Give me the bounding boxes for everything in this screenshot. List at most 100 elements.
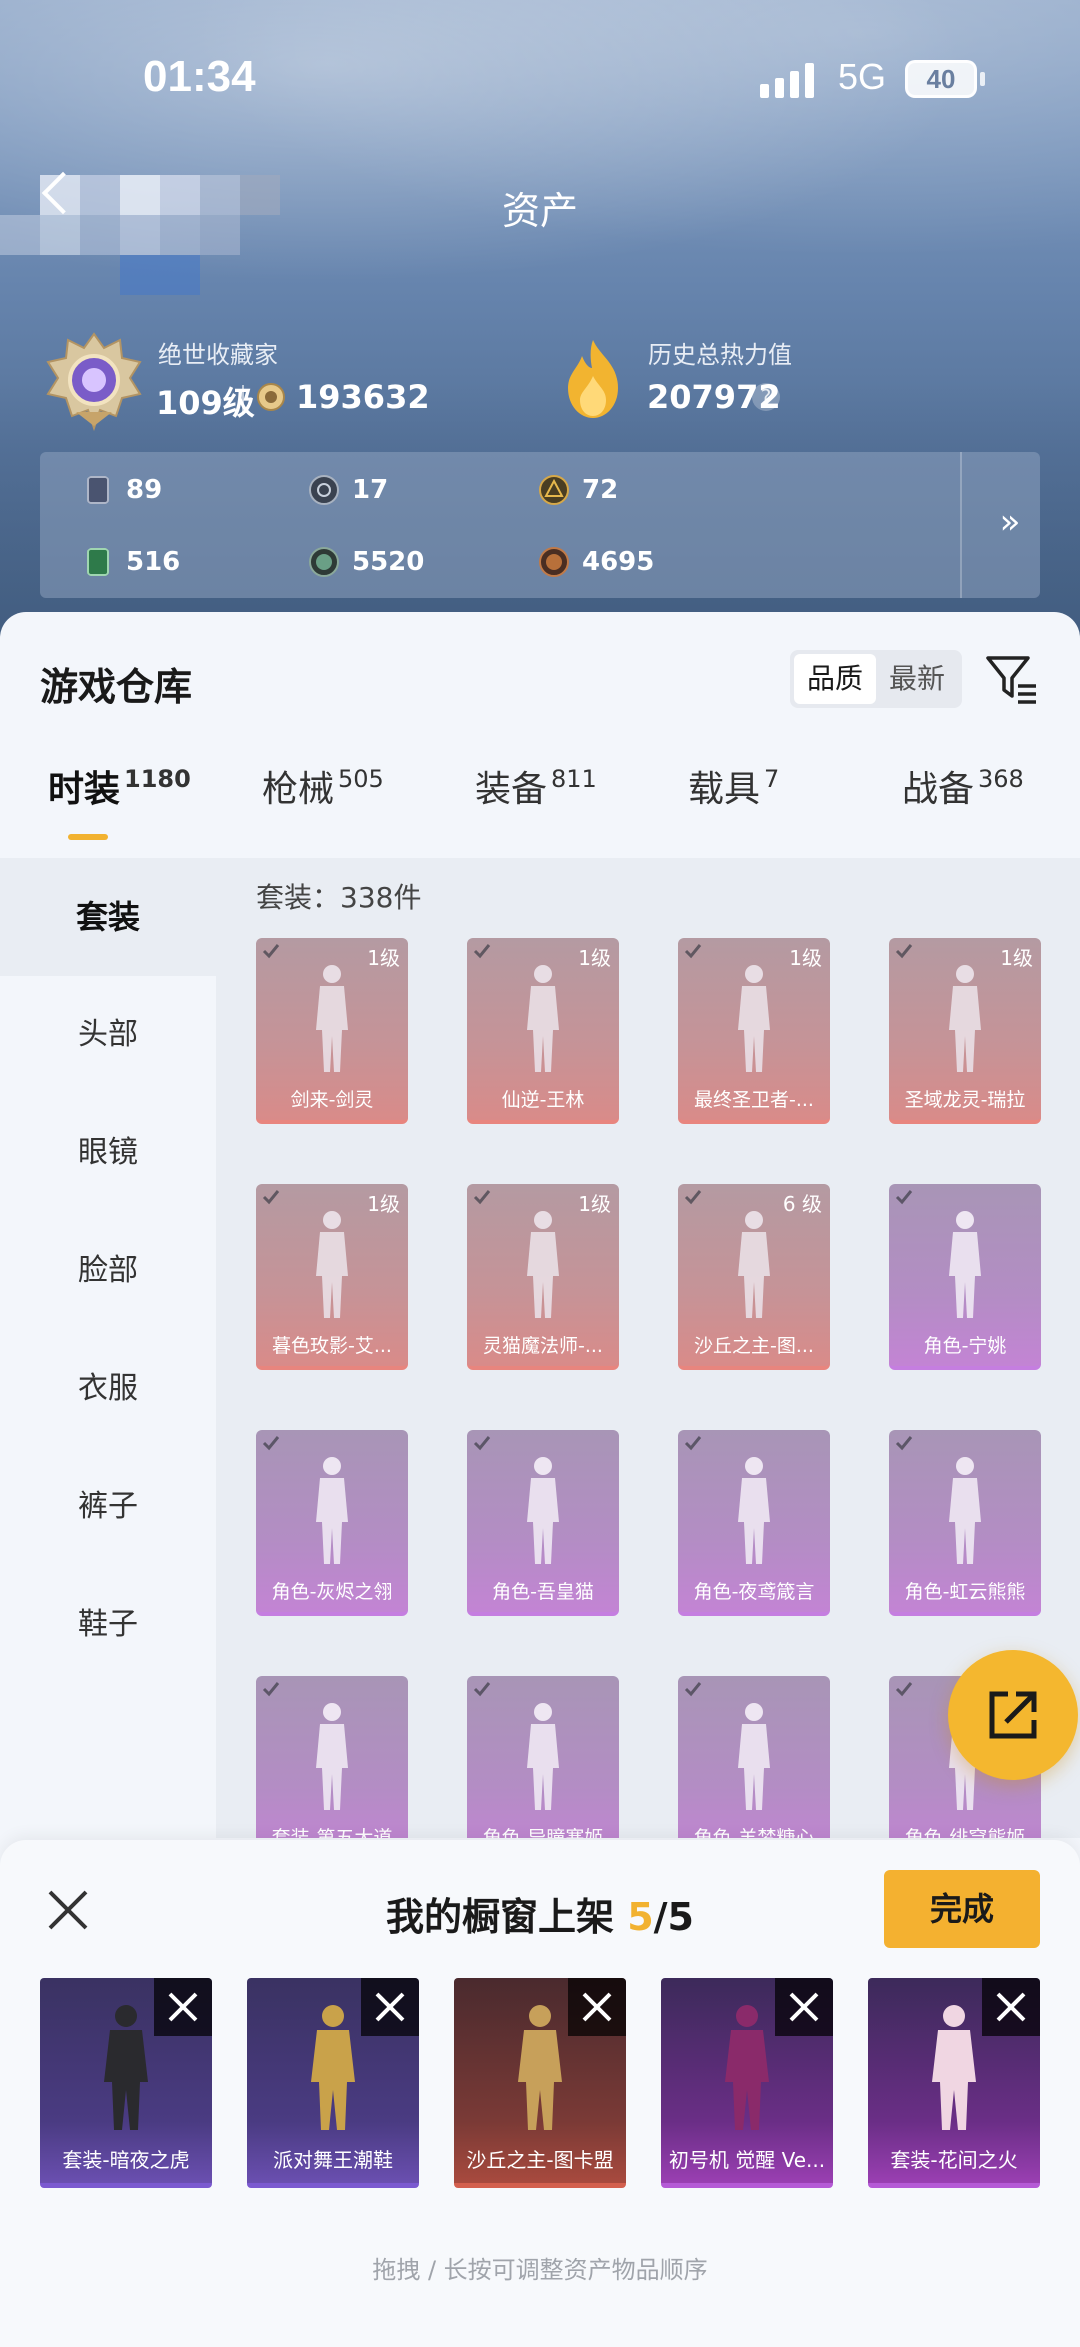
more-arrow-icon[interactable]: » bbox=[985, 502, 1035, 548]
signal-icon bbox=[760, 60, 814, 98]
card-icon bbox=[87, 476, 109, 504]
showcase-slot[interactable]: 套装-暗夜之虎 bbox=[40, 1978, 212, 2188]
done-button[interactable]: 完成 bbox=[884, 1870, 1040, 1948]
side-item-shoes[interactable]: 鞋子 bbox=[0, 1566, 216, 1684]
side-item-glasses[interactable]: 眼镜 bbox=[0, 1094, 216, 1212]
tab-vehicles[interactable]: 载具 7 bbox=[688, 760, 779, 812]
tab-label: 载具 bbox=[688, 769, 761, 810]
check-icon bbox=[473, 1436, 491, 1451]
sort-option-latest[interactable]: 最新 bbox=[876, 654, 958, 704]
character-figure bbox=[316, 1703, 348, 1810]
tab-supplies[interactable]: 战备 368 bbox=[902, 760, 1024, 812]
showcase-slot[interactable]: 派对舞王潮鞋 bbox=[247, 1978, 419, 2188]
sort-option-quality[interactable]: 品质 bbox=[794, 654, 876, 704]
item-figure bbox=[725, 2005, 769, 2130]
item-name: 角色-夜鸢箴言 bbox=[693, 1581, 815, 1603]
item-card[interactable]: 角色-夜鸢箴言 bbox=[678, 1430, 830, 1616]
bronze-orb-icon bbox=[539, 547, 569, 577]
side-item-head[interactable]: 头部 bbox=[0, 976, 216, 1094]
tab-count: 505 bbox=[338, 765, 384, 793]
character-figure bbox=[738, 965, 770, 1072]
divider bbox=[242, 385, 244, 413]
showcase-slot[interactable]: 沙丘之主-图卡盟 bbox=[454, 1978, 626, 2188]
side-nav: 套装 头部 眼镜 脸部 衣服 裤子 鞋子 bbox=[0, 858, 216, 1858]
currency-panel[interactable]: 89 17 72 516 5520 4695 » bbox=[40, 452, 1040, 598]
item-card[interactable]: 角色-异瞳寒姬 bbox=[467, 1676, 619, 1838]
side-item-clothes[interactable]: 衣服 bbox=[0, 1330, 216, 1448]
remove-button[interactable] bbox=[361, 1978, 419, 2036]
item-name: 角色-异瞳寒姬 bbox=[482, 1827, 604, 1838]
remove-button[interactable] bbox=[154, 1978, 212, 2036]
remove-button[interactable] bbox=[982, 1978, 1040, 2036]
side-item-pants[interactable]: 裤子 bbox=[0, 1448, 216, 1566]
tab-label: 装备 bbox=[475, 769, 548, 810]
network-type: 5G bbox=[838, 56, 887, 97]
heat-label: 历史总热力值 bbox=[648, 341, 792, 369]
item-card[interactable]: 1级 灵猫魔法师-... bbox=[467, 1184, 619, 1370]
reorder-hint: 拖拽 / 长按可调整资产物品顺序 bbox=[372, 2256, 708, 2284]
tab-count: 1180 bbox=[124, 765, 191, 793]
item-name: 灵猫魔法师-... bbox=[483, 1335, 603, 1357]
panel-divider bbox=[960, 452, 962, 598]
green-card-icon bbox=[87, 548, 109, 576]
tab-equipment[interactable]: 装备 811 bbox=[475, 760, 597, 812]
remove-button[interactable] bbox=[568, 1978, 626, 2036]
item-name: 角色-灰烬之翎 bbox=[271, 1581, 393, 1603]
tab-fashion[interactable]: 时装 1180 bbox=[48, 760, 191, 812]
tab-count: 7 bbox=[764, 765, 780, 793]
showcase-title-text: 我的橱窗上架 bbox=[385, 1895, 628, 1939]
check-icon bbox=[684, 1682, 702, 1697]
item-name: 圣域龙灵-瑞拉 bbox=[904, 1089, 1026, 1111]
check-icon bbox=[895, 1682, 913, 1697]
item-card[interactable]: 1级仙逆-王林 bbox=[467, 938, 619, 1124]
item-card[interactable]: 1级圣域龙灵-瑞拉 bbox=[889, 938, 1041, 1124]
item-name: 暮色玫影-艾... bbox=[272, 1335, 392, 1357]
item-card[interactable]: 6 级沙丘之主-图... bbox=[678, 1184, 830, 1370]
item-card[interactable]: 1级 暮色玫影-艾... bbox=[256, 1184, 408, 1370]
side-item-suits[interactable]: 套装 bbox=[0, 858, 216, 976]
check-icon bbox=[895, 1190, 913, 1205]
item-card[interactable]: 1级 最终圣卫者-... bbox=[678, 938, 830, 1124]
gold-token-icon bbox=[539, 475, 569, 505]
filter-icon[interactable] bbox=[984, 652, 1038, 706]
currency-value: 4695 bbox=[582, 547, 655, 577]
battery-icon: 40 bbox=[905, 60, 977, 98]
share-button[interactable] bbox=[948, 1650, 1078, 1780]
status-bar: 01:34 5G 40 bbox=[0, 0, 1080, 150]
item-card[interactable]: 1级 剑来-剑灵 bbox=[256, 938, 408, 1124]
level-badge: 1级 bbox=[1000, 946, 1033, 970]
sort-toggle[interactable]: 品质 最新 bbox=[790, 650, 962, 708]
showcase-slot[interactable]: 初号机 觉醒 Ve... bbox=[661, 1978, 833, 2188]
tab-guns[interactable]: 枪械 505 bbox=[262, 760, 384, 812]
item-card[interactable]: 套装-第五大道 bbox=[256, 1676, 408, 1838]
item-figure bbox=[104, 2005, 148, 2130]
level-badge: 1级 bbox=[578, 946, 611, 970]
close-icon bbox=[789, 1992, 819, 2022]
check-icon bbox=[262, 944, 280, 959]
currency-value: 72 bbox=[582, 475, 619, 505]
item-card[interactable]: 角色-羊梦糖心 bbox=[678, 1676, 830, 1838]
check-icon bbox=[262, 1436, 280, 1451]
item-name: 仙逆-王林 bbox=[501, 1089, 585, 1111]
warehouse-title: 游戏仓库 bbox=[40, 665, 193, 709]
item-card[interactable]: 角色-吾皇猫 bbox=[467, 1430, 619, 1616]
character-figure bbox=[316, 1457, 348, 1564]
level-badge: 6 级 bbox=[782, 1192, 822, 1216]
item-card[interactable]: 角色-宁姚 bbox=[889, 1184, 1041, 1370]
remove-button[interactable] bbox=[775, 1978, 833, 2036]
close-icon bbox=[582, 1992, 612, 2022]
item-card[interactable]: 角色-虹云熊熊 bbox=[889, 1430, 1041, 1616]
close-icon bbox=[996, 1992, 1026, 2022]
item-name: 角色-吾皇猫 bbox=[492, 1581, 594, 1603]
check-icon bbox=[473, 1190, 491, 1205]
check-icon bbox=[684, 944, 702, 959]
status-time: 01:34 bbox=[143, 52, 256, 101]
side-item-face[interactable]: 脸部 bbox=[0, 1212, 216, 1330]
category-tabs: 时装 1180 枪械 505 装备 811 载具 7 战备 368 bbox=[0, 760, 1080, 850]
showcase-slot[interactable]: 套装-花间之火 bbox=[868, 1978, 1040, 2188]
help-icon[interactable]: ? bbox=[752, 383, 780, 411]
slot-name: 初号机 觉醒 Ve... bbox=[668, 2148, 826, 2172]
item-card[interactable]: 角色-灰烬之翎 bbox=[256, 1430, 408, 1616]
suit-count: 套装：338件 bbox=[256, 881, 422, 914]
currency-item: 5520 bbox=[308, 546, 424, 578]
